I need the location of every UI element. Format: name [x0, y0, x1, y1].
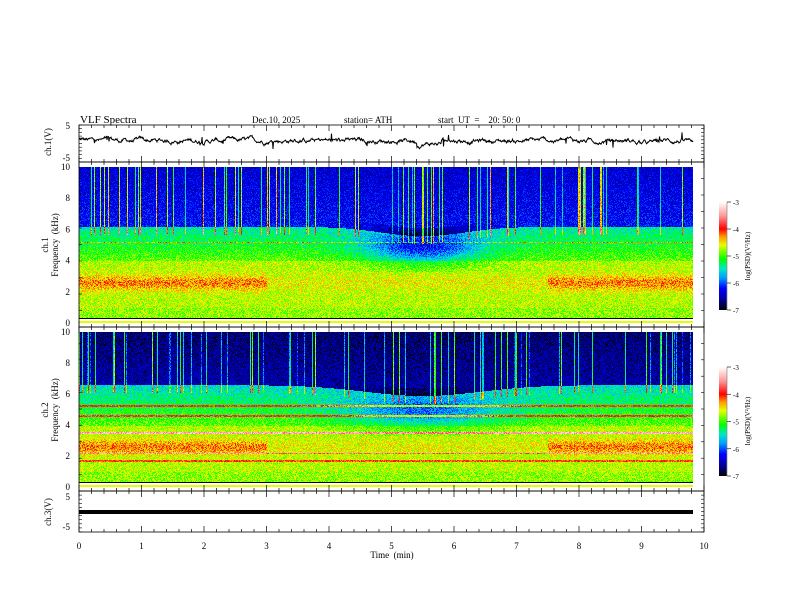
x-tick-label: 4	[327, 541, 332, 551]
x-tick-label: 0	[77, 541, 82, 551]
start-ut-label: start UT = 20: 50: 0	[438, 115, 521, 125]
panel-frame	[78, 326, 705, 492]
x-tick-label: 2	[202, 541, 207, 551]
colorbar-tick-label: -6	[733, 446, 739, 454]
ch1-ytick-top: 5	[66, 121, 71, 131]
ch1-waveform-line	[78, 132, 694, 150]
colorbar-tick-label: -6	[733, 280, 739, 288]
spec1-channel-label: ch.1	[40, 237, 50, 252]
freq-tick-label: 10	[61, 162, 71, 172]
colorbar-tick-label: -3	[733, 199, 739, 207]
axes-overlay: VLF Spectra Dec.10, 2025 station= ATH st…	[40, 114, 752, 560]
freq-tick-label: 4	[66, 256, 71, 266]
colorbar-tick-label: -7	[733, 473, 739, 481]
freq-tick-label: 4	[66, 420, 71, 430]
freq-tick-label: 10	[61, 327, 71, 337]
ch3-ytick-top: 5	[66, 492, 71, 502]
vlf-spectra-figure: VLF Spectra Dec.10, 2025 station= ATH st…	[0, 0, 792, 612]
ch1-colorbar-label: log(PSD)(V²/Hz)	[744, 231, 752, 280]
date-label: Dec.10, 2025	[252, 115, 301, 125]
x-tick-label: 10	[700, 541, 710, 551]
colorbar-tick-label: -3	[733, 364, 739, 372]
x-tick-label: 7	[514, 541, 519, 551]
colorbar-tick-label: -4	[733, 226, 739, 234]
panel-frame	[78, 161, 705, 328]
ch3-ylabel: ch.3(V)	[43, 498, 53, 526]
figure-title: VLF Spectra	[80, 114, 137, 126]
ch2-colorbar-label: log(PSD)(V²/Hz)	[744, 396, 752, 445]
colorbar-tick-label: -4	[733, 391, 739, 399]
station-label: station= ATH	[344, 115, 393, 125]
freq-tick-label: 2	[66, 287, 71, 297]
freq-tick-label: 0	[66, 482, 71, 492]
colorbar-tick-label: -7	[733, 307, 739, 315]
freq-tick-label: 8	[66, 193, 71, 203]
x-tick-label: 9	[639, 541, 644, 551]
ch1-ylabel: ch.1(V)	[43, 128, 53, 156]
x-tick-label: 8	[577, 541, 582, 551]
freq-tick-label: 6	[66, 224, 71, 234]
freq-tick-label: 6	[66, 389, 71, 399]
spec2-ylabel: Frequency (kHz)	[50, 378, 60, 441]
x-tick-label: 1	[139, 541, 144, 551]
x-tick-label: 6	[452, 541, 457, 551]
spec2-channel-label: ch.2	[40, 402, 50, 417]
spec1-ylabel: Frequency (kHz)	[50, 213, 60, 276]
x-tick-label: 3	[264, 541, 269, 551]
ch3-ytick-bottom: -5	[63, 522, 71, 532]
freq-tick-label: 2	[66, 451, 71, 461]
x-axis-label: Time (min)	[370, 550, 413, 560]
colorbar-tick-label: -5	[733, 253, 739, 261]
colorbar-tick-label: -5	[733, 419, 739, 427]
freq-tick-label: 8	[66, 358, 71, 368]
